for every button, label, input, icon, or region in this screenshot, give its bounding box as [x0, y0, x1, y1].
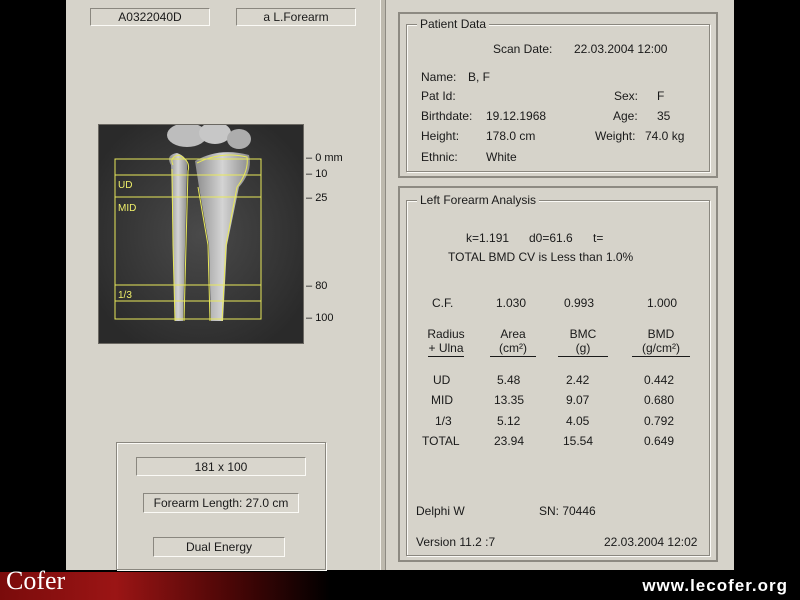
energy-mode: Dual Energy — [185, 540, 253, 554]
mode-field: Dual Energy — [153, 537, 285, 557]
row-region: 1/3 — [435, 414, 452, 428]
row-bmd: 0.649 — [644, 434, 675, 448]
header-line: BMC — [569, 327, 597, 341]
tick-label: 80 — [315, 280, 328, 292]
weight-label: Weight: — [595, 129, 636, 143]
height-label: Height: — [421, 129, 460, 143]
birthdate-label: Birthdate: — [421, 109, 473, 123]
birthdate-value: 19.12.1968 — [486, 109, 547, 123]
analysis-timestamp: 22.03.2004 12:02 — [604, 535, 698, 549]
device-name: Delphi W — [416, 504, 465, 518]
serial-number: SN: 70446 — [539, 504, 596, 518]
ethnic-label: Ethnic: — [421, 150, 458, 164]
pat-id-label: Pat Id: — [421, 89, 456, 103]
patient-data-legend: Patient Data — [417, 17, 490, 31]
tick-100: – 100 — [306, 312, 334, 324]
scan-date-label: Scan Date: — [493, 42, 553, 56]
header-bmd: BMD (g/cm²) — [632, 327, 690, 357]
name-value: B, F — [468, 70, 491, 84]
header-line: (cm²) — [490, 341, 536, 357]
scan-id: A0322040D — [118, 10, 182, 24]
analysis-legend: Left Forearm Analysis — [417, 193, 540, 207]
sex-label: Sex: — [614, 89, 639, 103]
row-bmd: 0.680 — [644, 393, 675, 407]
tick-label: 25 — [315, 192, 328, 204]
header-line: Area — [500, 327, 526, 341]
t-value: t= — [593, 231, 604, 245]
tick-10: – 10 — [306, 168, 328, 180]
age-value: 35 — [657, 109, 671, 123]
row-region: MID — [431, 393, 453, 407]
cf-label: C.F. — [432, 296, 454, 310]
ethnic-value: White — [486, 150, 517, 164]
forearm-scan-graphic: UD MID 1/3 — [99, 125, 303, 343]
row-area: 23.94 — [494, 434, 525, 448]
header-bmc: BMC (g) — [558, 327, 608, 357]
header-area: Area (cm²) — [490, 327, 536, 357]
weight-value: 74.0 kg — [645, 129, 685, 143]
header-line: BMD — [647, 327, 675, 341]
brand-logo: Cofer — [6, 566, 66, 595]
k-value: k=1.191 — [466, 231, 510, 245]
row-region: UD — [433, 373, 451, 387]
tick-80: – 80 — [306, 280, 328, 292]
row-bmc: 4.05 — [566, 414, 590, 428]
row-bmc: 15.54 — [563, 434, 594, 448]
forearm-length-field: Forearm Length: 27.0 cm — [143, 493, 299, 513]
cf-bmd: 1.000 — [647, 296, 678, 310]
age-label: Age: — [613, 109, 638, 123]
cf-bmc: 0.993 — [564, 296, 595, 310]
row-bmc: 2.42 — [566, 373, 590, 387]
region-label-mid: MID — [118, 203, 136, 214]
matrix-size: 181 x 100 — [194, 459, 248, 474]
software-version: Version 11.2 :7 — [416, 535, 496, 549]
carpal-bone — [227, 129, 251, 149]
site-url[interactable]: www.lecofer.org — [642, 576, 788, 596]
header-region: Radius + Ulna — [420, 327, 472, 357]
scan-date-value: 22.03.2004 12:00 — [574, 42, 668, 56]
d0-value: d0=61.6 — [529, 231, 573, 245]
row-bmd: 0.442 — [644, 373, 675, 387]
row-area: 5.48 — [497, 373, 521, 387]
region-label-ud: UD — [118, 180, 132, 191]
tick-25: – 25 — [306, 192, 328, 204]
tick-label: 100 — [315, 312, 334, 324]
header-line: (g) — [558, 341, 608, 357]
header-line: + Ulna — [428, 341, 464, 357]
cv-note: TOTAL BMD CV is Less than 1.0% — [448, 250, 634, 264]
row-area: 5.12 — [497, 414, 521, 428]
forearm-scan-image: UD MID 1/3 — [98, 124, 304, 344]
scan-site: a L.Forearm — [263, 10, 329, 24]
sex-value: F — [657, 89, 665, 103]
row-bmc: 9.07 — [566, 393, 590, 407]
tick-label: 0 mm — [315, 152, 343, 164]
matrix-field: 181 x 100 — [136, 457, 306, 476]
row-area: 13.35 — [494, 393, 525, 407]
region-label-third: 1/3 — [118, 290, 132, 301]
header-line: (g/cm²) — [632, 341, 690, 357]
height-value: 178.0 cm — [486, 129, 536, 143]
row-bmd: 0.792 — [644, 414, 675, 428]
scan-site-field: a L.Forearm — [236, 8, 356, 26]
scan-id-field: A0322040D — [90, 8, 210, 26]
tick-0mm: – 0 mm — [306, 152, 343, 164]
cf-area: 1.030 — [496, 296, 527, 310]
header-line: Radius — [427, 327, 465, 341]
forearm-length: Forearm Length: 27.0 cm — [153, 496, 289, 510]
row-region: TOTAL — [422, 434, 460, 448]
name-label: Name: — [421, 70, 457, 84]
tick-label: 10 — [315, 168, 328, 180]
